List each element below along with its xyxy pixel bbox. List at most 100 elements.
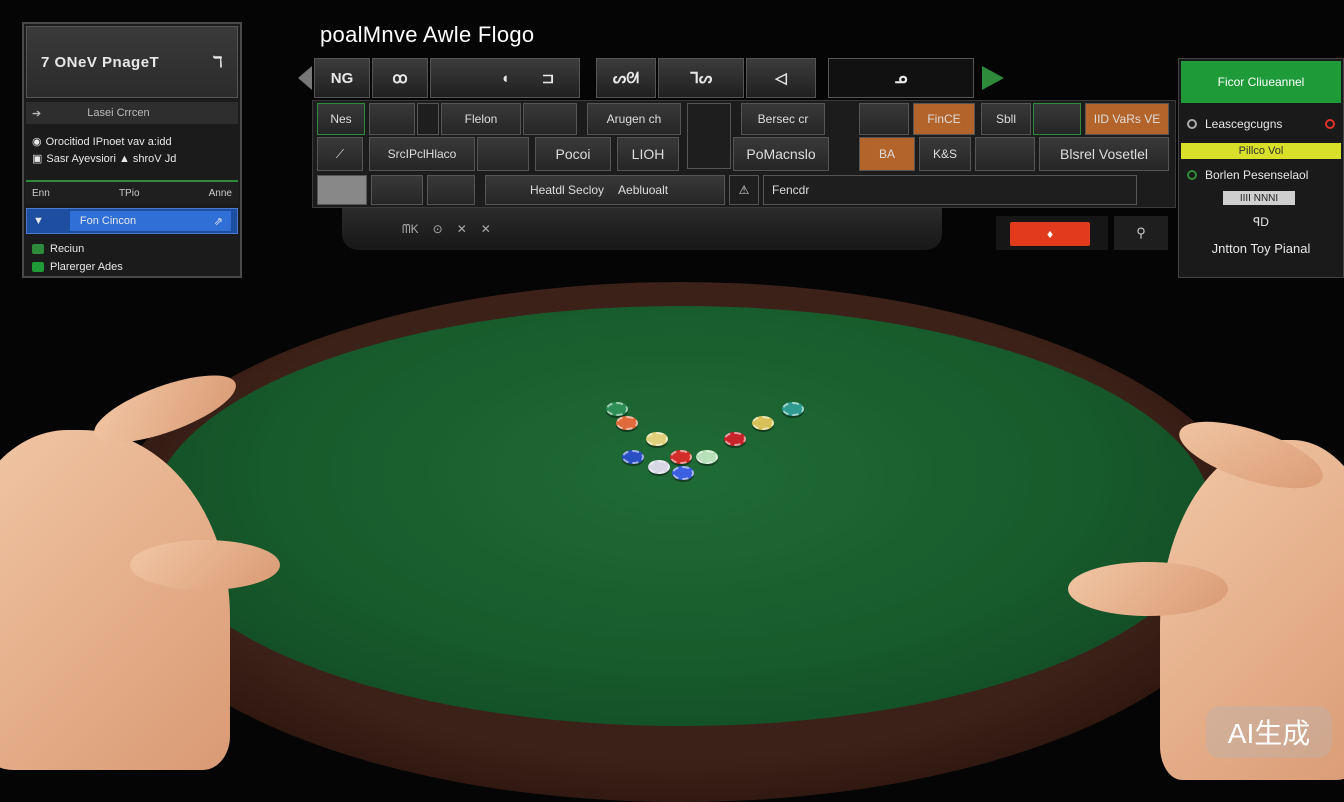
green-radio-icon <box>1187 170 1197 180</box>
right-option-4[interactable]: IIII NNNI <box>1223 191 1295 205</box>
poker-chip[interactable] <box>606 402 628 416</box>
poker-chip[interactable] <box>696 450 718 464</box>
poker-chip[interactable] <box>646 432 668 446</box>
tab-2[interactable]: TPio <box>119 188 140 199</box>
card-icon: ▣ <box>32 153 43 165</box>
tb-fince[interactable]: FinCE <box>913 103 975 135</box>
option-players-label: Plarerger Ades <box>50 261 123 273</box>
tb-iid[interactable]: IID VaRs VE <box>1085 103 1169 135</box>
tb-blank-3[interactable] <box>523 103 577 135</box>
tb-blank-7[interactable] <box>477 137 529 171</box>
record-icon: ◉ <box>32 136 42 148</box>
subtitle-row[interactable]: ➔ Lasei Crrcen <box>26 102 238 124</box>
right-option-3[interactable]: Borlen Pesenselaol <box>1181 165 1341 185</box>
bookmark-icon: ▼ <box>33 215 44 227</box>
poker-chip[interactable] <box>672 466 694 480</box>
tb-slot-1[interactable] <box>317 175 367 205</box>
close-icon[interactable]: ✕ <box>457 222 467 236</box>
selected-option[interactable]: ▼ Fon Cincon ⇗ <box>26 208 238 234</box>
tb-ba[interactable]: BA <box>859 137 915 171</box>
tab-3[interactable]: Anne <box>209 188 232 199</box>
right-option-3-label: Borlen Pesenselaol <box>1205 168 1309 182</box>
poker-chip[interactable] <box>752 416 774 430</box>
tb-blank-6[interactable] <box>1033 103 1081 135</box>
info-line-1: Orocitiod IPnoet vav a:idd <box>45 135 172 148</box>
right-thumb <box>1068 562 1228 616</box>
warning-icon[interactable]: ⚠ <box>729 175 759 205</box>
tb-nes[interactable]: Nes <box>317 103 365 135</box>
new-page-header[interactable]: 7 ONeV PnageT ℸ <box>26 26 238 98</box>
right-panel-header[interactable]: Ficor Cliueannel <box>1181 61 1341 103</box>
tb-arugen[interactable]: Arugen ch <box>587 103 681 135</box>
tb-blank-5[interactable] <box>859 103 909 135</box>
tb-slot-2[interactable] <box>371 175 423 205</box>
tb-bersec[interactable]: Bersec cr <box>741 103 825 135</box>
back-button[interactable]: ◁ <box>746 58 816 98</box>
tb-blank-4[interactable] <box>687 103 731 169</box>
poker-chip[interactable] <box>782 402 804 416</box>
option-players[interactable]: Plarerger Ades <box>26 258 238 276</box>
tb-blank-2[interactable] <box>417 103 439 135</box>
poker-chip[interactable] <box>648 460 670 474</box>
tb-srcip[interactable]: SrcIPclHlaco <box>369 137 475 171</box>
tb-heatdl[interactable]: Heatdl Secloy Aebluoalt <box>485 175 725 205</box>
new-page-label: 7 ONeV PnageT <box>41 53 160 71</box>
right-panel: Ficor Cliueannel Leascegcugns Pillco Vol… <box>1178 58 1344 278</box>
aebluoalt-label: Aebluoalt <box>618 183 669 197</box>
box-icon[interactable]: ⊐ <box>516 58 580 98</box>
game-title: poalMnve Awle Flogo <box>320 22 535 47</box>
right-option-2[interactable]: Pillco Vol <box>1181 143 1341 159</box>
poker-chip[interactable] <box>724 432 746 446</box>
mk-icon[interactable]: ᗰK <box>402 222 419 237</box>
music-button[interactable]: ᒣᔕ <box>658 58 744 98</box>
signal-button[interactable]: ᔕᘛ <box>596 58 656 98</box>
close-icon-2[interactable]: ✕ <box>481 222 491 236</box>
heatdl-label: Heatdl Secloy <box>530 183 605 197</box>
target-icon[interactable]: ⊙ <box>433 222 443 236</box>
tab-1[interactable]: Enn <box>32 188 50 199</box>
ai-generated-watermark: AI生成 <box>1206 706 1332 758</box>
pointer-icon: ⇗ <box>213 215 223 228</box>
tb-blank-1[interactable] <box>369 103 415 135</box>
radio-icon <box>1187 119 1197 129</box>
forward-icon[interactable]: ℸ <box>213 53 223 71</box>
poker-chip[interactable] <box>670 450 692 464</box>
table-felt[interactable] <box>150 306 1212 726</box>
selected-label: Fon Cincon <box>79 215 137 227</box>
tb-slot-3[interactable] <box>427 175 475 205</box>
display-button[interactable]: ᓄ <box>828 58 974 98</box>
footer-label[interactable]: Jntton Toy Pianal <box>1181 237 1341 259</box>
tb-lioh[interactable]: LIOH <box>617 137 679 171</box>
option-reciun[interactable]: Reciun <box>26 240 238 258</box>
right-option-1-label: Leascegcugns <box>1205 117 1283 131</box>
footer-icon: ꟼD <box>1253 215 1269 229</box>
tb-fencdr[interactable]: Fencdr <box>763 175 1137 205</box>
right-option-1[interactable]: Leascegcugns <box>1181 113 1341 135</box>
tb-sbll[interactable]: Sbll <box>981 103 1031 135</box>
left-tabs: Enn TPio Anne <box>26 180 238 204</box>
left-arrow-icon[interactable] <box>298 66 312 90</box>
red-action-button[interactable]: ♦ <box>1010 222 1090 246</box>
poker-chip[interactable] <box>622 450 644 464</box>
tb-blsrel[interactable]: Blsrel Vosetlel <box>1039 137 1169 171</box>
tb-flelon[interactable]: Flelon <box>441 103 521 135</box>
pin-button[interactable]: ⚲ <box>1114 216 1168 250</box>
tb-blank-8[interactable] <box>975 137 1035 171</box>
right-arrow-icon[interactable] <box>982 66 1004 90</box>
sub-bar: ᗰK ⊙ ✕ ✕ <box>342 208 942 250</box>
arrow-right-icon: ➔ <box>32 107 42 120</box>
ng-button[interactable]: NG <box>314 58 370 98</box>
info-line-2: Sasr Ayevsiori ▲ shroV Jd <box>46 152 177 165</box>
tb-brush[interactable]: ⟋ <box>317 137 363 171</box>
left-panel: 7 ONeV PnageT ℸ ➔ Lasei Crrcen ◉ Orocitio… <box>22 22 242 278</box>
poker-chip[interactable] <box>616 416 638 430</box>
red-radio-icon <box>1325 119 1335 129</box>
info-block: ◉ Orocitiod IPnoet vav a:idd ▣ Sasr Ayevsi… <box>26 128 238 172</box>
left-thumb <box>130 540 280 590</box>
link-button[interactable]: ꝏ <box>372 58 428 98</box>
option-reciun-label: Reciun <box>50 243 85 255</box>
green-chip-icon <box>32 244 44 254</box>
tb-pomacnslo[interactable]: PoMacnslo <box>733 137 829 171</box>
tb-ks[interactable]: K&S <box>919 137 971 171</box>
tb-pocoi[interactable]: Pocoi <box>535 137 611 171</box>
